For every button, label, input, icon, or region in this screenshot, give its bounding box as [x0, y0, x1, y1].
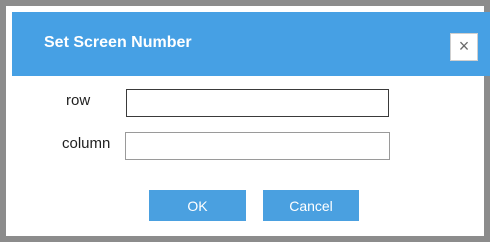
row-input[interactable]	[126, 89, 389, 117]
dialog-titlebar: Set Screen Number ×	[12, 12, 490, 76]
dialog-window: Set Screen Number × row column OK Cancel	[0, 0, 490, 242]
column-label: column	[62, 135, 111, 152]
ok-button[interactable]: OK	[149, 190, 246, 221]
close-button[interactable]: ×	[450, 33, 478, 61]
close-icon: ×	[458, 36, 470, 56]
column-input[interactable]	[125, 132, 390, 160]
cancel-button[interactable]: Cancel	[263, 190, 359, 221]
row-label: row	[66, 92, 91, 109]
dialog-title: Set Screen Number	[44, 34, 192, 51]
